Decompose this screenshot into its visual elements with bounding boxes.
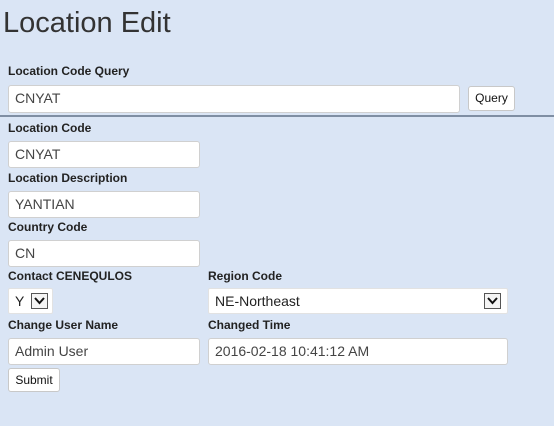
page-title: Location Edit	[3, 7, 171, 39]
country-code-input[interactable]: CN	[8, 240, 200, 267]
section-divider	[0, 115, 554, 117]
chevron-down-icon[interactable]	[31, 293, 48, 309]
region-code-select[interactable]: NE-Northeast	[208, 288, 508, 314]
contact-select[interactable]: Y	[8, 288, 53, 314]
submit-button[interactable]: Submit	[8, 368, 60, 392]
contact-label: Contact CENEQULOS	[8, 269, 133, 283]
query-button[interactable]: Query	[468, 86, 515, 111]
change-user-name-label: Change User Name	[8, 318, 119, 332]
location-code-query-input[interactable]: CNYAT	[8, 85, 460, 113]
region-code-select-value: NE-Northeast	[215, 293, 300, 309]
location-description-input[interactable]: YANTIAN	[8, 191, 200, 218]
location-code-input[interactable]: CNYAT	[8, 141, 200, 168]
changed-time-input[interactable]: 2016-02-18 10:41:12 AM	[208, 338, 508, 365]
location-code-query-label: Location Code Query	[8, 64, 130, 78]
contact-select-value: Y	[15, 293, 25, 309]
region-code-label: Region Code	[208, 269, 282, 283]
location-description-label: Location Description	[8, 171, 128, 185]
changed-time-label: Changed Time	[208, 318, 291, 332]
change-user-name-input[interactable]: Admin User	[8, 338, 200, 365]
chevron-down-icon[interactable]	[484, 293, 501, 309]
country-code-label: Country Code	[8, 220, 88, 234]
location-code-label: Location Code	[8, 121, 92, 135]
location-edit-page: Location Edit Location Code Query CNYAT …	[0, 0, 554, 426]
